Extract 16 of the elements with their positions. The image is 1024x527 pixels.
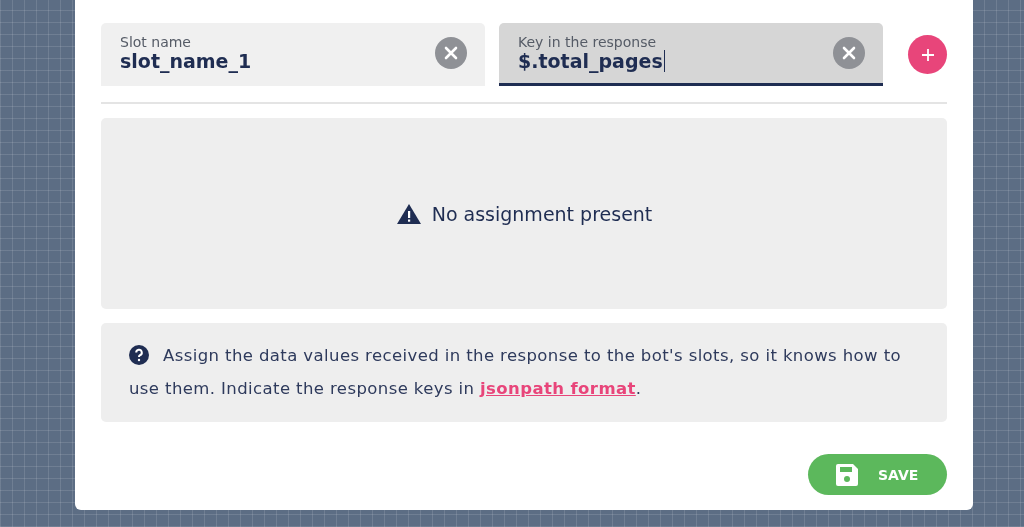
field-label: Slot name: [120, 34, 192, 50]
close-icon: [444, 46, 458, 60]
clear-button[interactable]: [833, 37, 865, 69]
help-icon: [129, 345, 149, 365]
plus-icon: [920, 47, 935, 62]
help-text: Assign the data values received in the response to the bot's slots, so it knows how to use them. Indicate the response keys in jsonpath format.: [129, 344, 902, 400]
empty-message: No assignment present: [431, 202, 653, 225]
field-value: $.total_pages: [518, 50, 666, 72]
warning-icon: [395, 202, 422, 225]
close-icon: [842, 46, 856, 60]
text-field[interactable]: Key in the response $.total_pages: [499, 23, 883, 86]
clear-button[interactable]: [435, 37, 467, 69]
field-label: Key in the response: [518, 34, 658, 50]
add-button[interactable]: [908, 35, 947, 74]
text-field[interactable]: Slot name slot_name_1: [101, 23, 485, 86]
field-value: slot_name_1: [120, 50, 253, 72]
